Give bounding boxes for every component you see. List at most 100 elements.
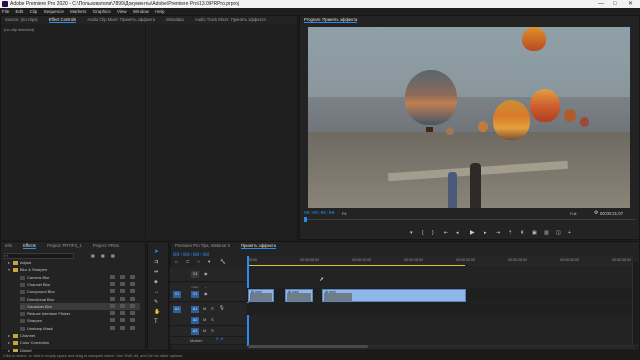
ripple-edit-icon[interactable]: ⇹ <box>154 269 158 275</box>
track-select-icon[interactable]: ⇉ <box>154 259 158 265</box>
monitor-playhead[interactable] <box>304 217 307 222</box>
program-timecode[interactable]: 00:00:00:00 <box>304 211 334 216</box>
menu-file[interactable]: File <box>2 9 9 14</box>
effects-tree-item[interactable]: ▸ Color Correction <box>8 339 140 346</box>
effects-tree-item[interactable]: Camera Blur <box>20 274 140 281</box>
master-label: Master <box>190 338 203 343</box>
eye-icon[interactable]: ◉ <box>204 291 208 296</box>
mic-icon[interactable]: 🎙 <box>219 305 225 311</box>
solo-button[interactable]: S <box>211 306 214 311</box>
selection-tool-icon[interactable]: ➤ <box>154 248 159 255</box>
nest-icon[interactable]: ⌂ <box>175 259 178 264</box>
tab-project-1[interactable]: Project: PRTIP3_1 <box>47 243 82 248</box>
video-clip[interactable]: Ш.mp4 <box>322 289 466 302</box>
effects-tree-item[interactable]: Gaussian Blur <box>20 302 140 310</box>
effects-tree-item[interactable]: Reduce Interlace Flicker <box>20 310 140 317</box>
wrench-icon[interactable]: ⚙ <box>594 210 598 216</box>
mark-out-icon[interactable]: } <box>432 230 434 236</box>
go-to-in-icon[interactable]: ⇤ <box>444 230 448 236</box>
master-volume[interactable]: 0.0 <box>216 338 223 342</box>
menu-sequence[interactable]: Sequence <box>44 9 64 14</box>
razor-tool-icon[interactable]: ◈ <box>154 279 158 285</box>
add-button-icon[interactable]: + <box>568 230 571 236</box>
timeline-scrollbar[interactable] <box>248 345 634 348</box>
menu-markers[interactable]: Markers <box>70 9 86 14</box>
monitor-scrubber[interactable] <box>304 219 636 220</box>
close-button[interactable]: ✕ <box>628 0 633 8</box>
bit32-badge-icon <box>120 318 125 323</box>
effects-tree-item[interactable]: ▸ Channel <box>8 332 140 339</box>
zoom-level-select[interactable]: Fit <box>342 211 346 216</box>
source-patch-a1[interactable]: A1 <box>173 306 181 313</box>
source-patch-v1[interactable]: V1 <box>173 291 181 298</box>
playback-resolution-select[interactable]: Full <box>570 211 576 216</box>
video-clip[interactable]: Ш.mp4 <box>248 289 274 302</box>
add-marker-timeline-icon[interactable]: ▾ <box>208 259 210 265</box>
effect-icon <box>20 312 25 317</box>
track-label-a1[interactable]: A1 <box>191 306 199 313</box>
tab-project-2[interactable]: Project: PRSs <box>93 243 119 248</box>
effects-tree-item[interactable]: Compound Blur <box>20 288 140 295</box>
tab-info[interactable]: Info <box>5 243 12 248</box>
tab-audio-track-mixer[interactable]: Audio Track Mixer: Принять эффекта <box>195 17 266 22</box>
vr-view-icon[interactable]: ◫ <box>556 230 561 236</box>
mute-button[interactable]: M <box>203 317 206 322</box>
tab-sequence-2[interactable]: Принять эффекта <box>241 243 276 249</box>
menu-edit[interactable]: Edit <box>16 9 24 14</box>
add-marker-icon[interactable]: ▾ <box>410 230 413 236</box>
accelerated-effects-icon[interactable]: ▦ <box>91 253 95 258</box>
track-label-a2[interactable]: A2 <box>191 317 199 324</box>
timeline-settings-icon[interactable]: 🔧 <box>220 259 226 265</box>
snap-icon[interactable]: ⊂ <box>186 259 190 265</box>
tab-effect-controls[interactable]: Effect Controls <box>48 17 77 23</box>
effects-tree-item[interactable]: Unsharp Mask <box>20 325 140 332</box>
tab-source[interactable]: Source: (no clips) <box>5 17 38 22</box>
comparison-view-icon[interactable]: ▥ <box>544 230 549 236</box>
tab-metadata[interactable]: Metadata <box>166 17 183 22</box>
solo-button[interactable]: S <box>211 328 214 333</box>
tab-audio-clip-mixer[interactable]: Audio Clip Mixer: Принять эффекта <box>87 17 155 22</box>
mark-in-icon[interactable]: { <box>422 230 424 236</box>
effects-tree-item[interactable]: Channel Blur <box>20 281 140 288</box>
track-label-v1[interactable]: V1 <box>191 291 199 298</box>
32bit-effects-icon[interactable]: ▦ <box>101 253 105 258</box>
video-clip[interactable]: Ш.mp4 <box>285 289 313 302</box>
effects-tree-item[interactable]: ▸ Adjust <box>8 259 140 266</box>
track-label-a3[interactable]: A3 <box>191 328 199 335</box>
step-forward-icon[interactable]: ▸ <box>484 230 487 236</box>
menu-help[interactable]: Help <box>155 9 164 14</box>
scrollbar-thumb[interactable] <box>248 345 368 348</box>
hand-tool-icon[interactable]: ✋ <box>154 309 160 315</box>
extract-icon[interactable]: ⇞ <box>520 230 524 236</box>
solo-button[interactable]: S <box>211 317 214 322</box>
effects-tree-item[interactable]: Directional Blur <box>20 296 140 303</box>
effects-tree-item[interactable]: ▾ Blur & Sharpen <box>8 266 140 273</box>
export-frame-icon[interactable]: ▣ <box>532 230 537 236</box>
menu-view[interactable]: View <box>117 9 127 14</box>
effects-tree-item[interactable]: Sharpen <box>20 317 140 324</box>
linked-selection-icon[interactable]: ∞ <box>197 259 200 264</box>
menu-clip[interactable]: Clip <box>30 9 38 14</box>
a1-lane[interactable] <box>247 303 633 315</box>
eye-icon[interactable]: ◉ <box>204 271 208 276</box>
minimize-button[interactable]: — <box>598 0 604 8</box>
mute-button[interactable]: M <box>203 328 206 333</box>
maximize-button[interactable]: □ <box>613 0 617 8</box>
tab-sequence-1[interactable]: Premiere Pro Tips, Webinar 3 <box>175 243 230 248</box>
tab-program[interactable]: Program: Принять эффекта <box>304 17 358 23</box>
menu-graphics[interactable]: Graphics <box>93 9 111 14</box>
type-tool-icon[interactable]: T <box>154 319 158 325</box>
tab-effects[interactable]: Effects <box>23 243 36 249</box>
work-area-bar[interactable] <box>247 265 465 266</box>
mute-button[interactable]: M <box>203 306 206 311</box>
go-to-out-icon[interactable]: ⇥ <box>496 230 500 236</box>
menu-window[interactable]: Window <box>133 9 149 14</box>
play-icon[interactable]: ▶ <box>470 229 475 236</box>
step-back-icon[interactable]: ◂ <box>456 230 459 236</box>
yuv-effects-icon[interactable]: ▦ <box>111 253 115 258</box>
lift-icon[interactable]: ⇡ <box>508 230 512 236</box>
timeline-timecode[interactable]: 00:00:00:00 <box>173 251 209 258</box>
track-label-v3[interactable]: V3 <box>191 271 199 278</box>
slip-tool-icon[interactable]: ↔ <box>154 289 159 295</box>
pen-tool-icon[interactable]: ✎ <box>154 299 158 305</box>
